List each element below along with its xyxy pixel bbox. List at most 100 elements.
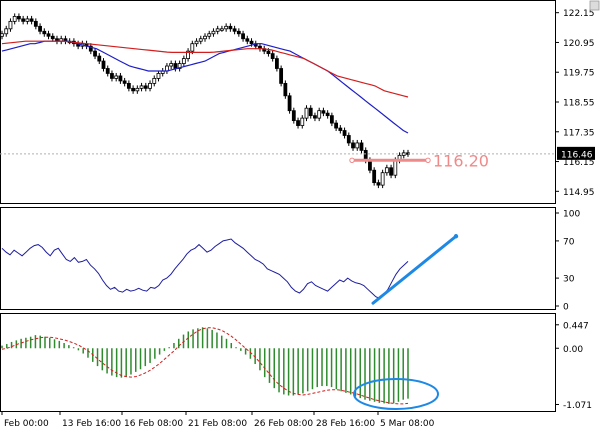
price-tick-label: 122.15	[563, 9, 595, 19]
candle-body	[291, 110, 296, 122]
price-tick-label: 120.95	[563, 39, 595, 49]
macd-tick-label: -1.071	[563, 401, 592, 411]
candle-body	[97, 55, 102, 62]
candle-body	[241, 33, 245, 40]
candle-body	[46, 33, 51, 37]
candle-body	[224, 25, 229, 30]
candle-body	[393, 159, 398, 176]
macd-tick-label: 0.00	[563, 345, 583, 355]
candle-body	[215, 28, 220, 32]
candle-body	[334, 122, 339, 129]
candle-body	[114, 75, 119, 79]
candle-body	[4, 28, 9, 35]
candle-body	[126, 82, 131, 89]
candle-body	[300, 117, 305, 126]
candle-body	[220, 28, 224, 31]
candle-body	[0, 33, 4, 37]
price-tick-label: 117.35	[563, 128, 595, 138]
candle-body	[139, 85, 144, 89]
oscillator-tick-label: 30	[563, 275, 575, 285]
trendline-handle	[453, 234, 459, 239]
x-tick-label: 26 Feb 08:00	[254, 419, 313, 429]
candle-body	[283, 82, 288, 97]
candle-body	[317, 110, 322, 119]
candle-body	[148, 82, 152, 89]
price-tick-label: 114.95	[563, 188, 595, 198]
price-level-handle-left	[349, 157, 355, 164]
candle-body	[287, 95, 292, 112]
candle-body	[296, 120, 300, 126]
candle-body	[372, 169, 377, 184]
candle-body	[359, 142, 364, 151]
candle-body	[12, 16, 17, 22]
candle-body	[266, 50, 271, 55]
candle-body	[321, 110, 326, 114]
macd-panel-frame	[0, 313, 556, 412]
candle-body	[152, 78, 157, 84]
price-level-label: 116.20	[433, 151, 489, 170]
candle-body	[313, 115, 317, 119]
oscillator-tick-label: 70	[563, 237, 575, 247]
candle-body	[131, 87, 136, 92]
candle-body	[143, 85, 148, 89]
candle-body	[274, 58, 279, 69]
candle-body	[135, 87, 140, 92]
trading-chart[interactable]: 116.20 122.15 120.95 119.75 118.55 117.35 116…	[0, 0, 600, 433]
candle-body	[211, 30, 216, 35]
candle-body	[236, 30, 241, 35]
candle-body	[376, 182, 381, 186]
x-tick-label: 28 Feb 16:00	[316, 419, 375, 429]
candle-body	[93, 50, 97, 57]
oscillator-panel-frame	[0, 207, 556, 310]
candle-body	[232, 28, 237, 32]
candle-body	[21, 18, 26, 22]
price-panel-frame	[0, 0, 556, 204]
x-tick-label: 13 Feb 16:00	[62, 419, 121, 429]
candle-body	[156, 73, 161, 79]
candle-body	[33, 20, 38, 27]
candle-body	[308, 107, 313, 117]
candle-body	[389, 167, 393, 176]
candle-body	[245, 38, 250, 42]
candle-body	[279, 68, 284, 84]
candle-body	[38, 25, 42, 32]
candle-body	[110, 73, 114, 79]
candle-body	[270, 53, 275, 59]
x-tick-label: 21 Feb 08:00	[188, 419, 247, 429]
candle-body	[42, 30, 47, 35]
x-tick-label: 16 Feb 08:00	[124, 419, 183, 429]
candle-body	[122, 80, 127, 84]
candle-body	[304, 107, 309, 119]
candle-body	[194, 40, 199, 45]
candle-body	[17, 16, 21, 20]
candle-body	[50, 35, 55, 40]
candle-body	[329, 115, 334, 124]
candle-body	[190, 43, 195, 52]
candle-body	[181, 58, 186, 64]
candle-body	[325, 112, 330, 117]
macd-tick-label: 0.447	[563, 321, 589, 331]
oscillator-tick-label: 100	[563, 210, 580, 220]
candle-body	[207, 33, 212, 37]
candle-body	[105, 68, 110, 74]
candle-body	[8, 20, 13, 30]
price-tick-label: 118.55	[563, 99, 595, 109]
candle-body	[173, 63, 178, 69]
chart-canvas[interactable]: 116.20 122.15 120.95 119.75 118.55 117.35 116…	[0, 0, 600, 433]
x-tick-label: 5 Mar 08:00	[380, 419, 435, 429]
candle-body	[346, 135, 351, 144]
candle-body	[351, 142, 355, 149]
candle-body	[380, 172, 385, 186]
current-price-label: 116.46	[561, 150, 593, 160]
price-level-handle-right	[425, 157, 431, 164]
chart-settings-icon[interactable]	[589, 0, 600, 11]
candle-body	[249, 40, 254, 45]
candle-body	[338, 127, 343, 131]
candle-body	[25, 18, 30, 22]
candle-body	[118, 75, 123, 82]
candle-body	[198, 38, 203, 42]
x-tick-label: Feb 00:00	[4, 419, 49, 429]
candle-body	[101, 60, 106, 69]
candle-body	[203, 35, 207, 40]
candle-body	[169, 63, 174, 67]
